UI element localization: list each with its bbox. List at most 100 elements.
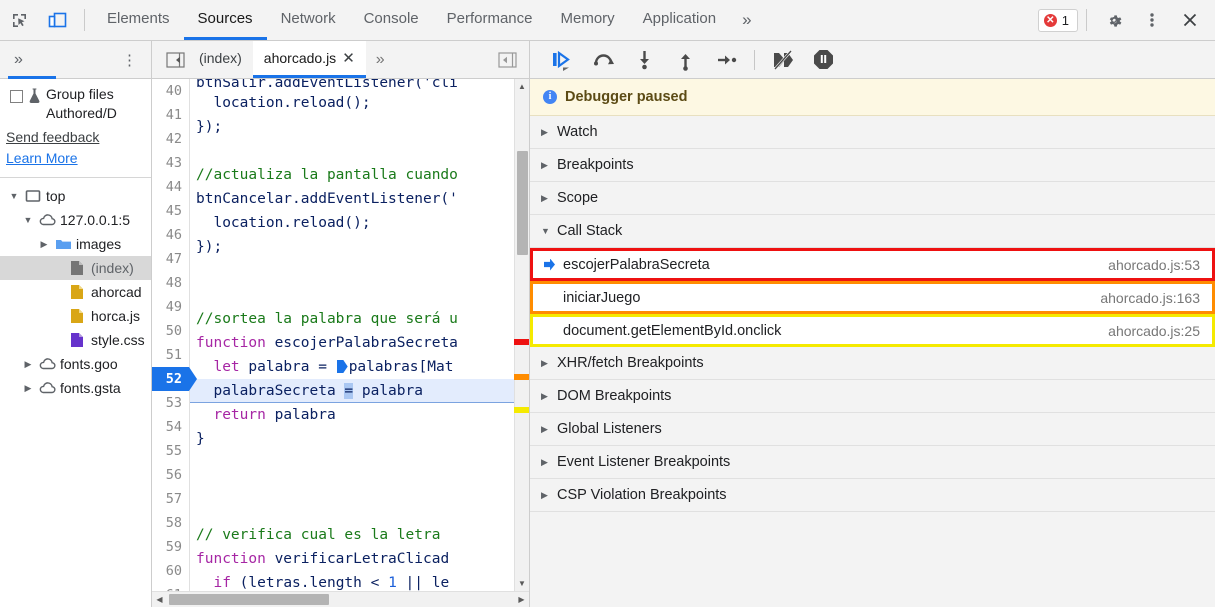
navigator-expand-icon[interactable]: » (0, 51, 33, 69)
scroll-down-icon[interactable]: ▼ (515, 576, 529, 591)
step-over-button[interactable] (583, 43, 624, 77)
chevron-down-icon[interactable]: ▼ (8, 191, 20, 201)
section-scope[interactable]: ▶ Scope (530, 182, 1215, 215)
editor-horizontal-scrollbar[interactable]: ◀ ▶ (152, 591, 529, 607)
tree-item-images-label: images (76, 236, 122, 252)
resume-script-execution-button[interactable] (542, 43, 583, 77)
send-feedback-link[interactable]: Send feedback (6, 127, 151, 148)
chevron-right-icon[interactable]: ▶ (22, 359, 34, 370)
line-number[interactable]: 59 (152, 535, 189, 559)
tree-item-fonts-googleapis[interactable]: ▶ fonts.goo (0, 352, 151, 376)
line-number-execution[interactable]: 52 (152, 367, 197, 391)
line-number[interactable]: 56 (152, 463, 189, 487)
tree-item-fonts-gstatic[interactable]: ▶ fonts.gsta (0, 376, 151, 400)
close-icon[interactable]: ✕ (342, 51, 355, 66)
tree-item-index[interactable]: ▶ (index) (0, 256, 151, 280)
call-stack-frame-iniciarJuego[interactable]: iniciarJuego ahorcado.js:163 (530, 281, 1215, 314)
section-event-listener-breakpoints[interactable]: ▶ Event Listener Breakpoints (530, 446, 1215, 479)
pause-on-exceptions-button[interactable] (803, 43, 844, 77)
scroll-right-icon[interactable]: ▶ (514, 595, 529, 604)
tree-item-localhost[interactable]: ▼ 127.0.0.1:5 (0, 208, 151, 232)
tab-sources[interactable]: Sources (183, 0, 267, 40)
section-breakpoints[interactable]: ▶ Breakpoints (530, 149, 1215, 182)
line-number[interactable]: 61 (152, 583, 189, 591)
line-number[interactable]: 50 (152, 319, 189, 343)
line-number[interactable]: 51 (152, 343, 189, 367)
line-number[interactable]: 49 (152, 295, 189, 319)
inspect-element-icon[interactable] (0, 0, 38, 40)
tab-memory[interactable]: Memory (547, 0, 629, 40)
learn-more-link[interactable]: Learn More (6, 148, 151, 169)
device-toolbar-icon[interactable] (38, 0, 76, 40)
tab-performance[interactable]: Performance (433, 0, 547, 40)
editor-tab-ahorcado-js[interactable]: ahorcado.js ✕ (252, 41, 366, 78)
line-number[interactable]: 45 (152, 199, 189, 223)
section-xhr-fetch-breakpoints[interactable]: ▶ XHR/fetch Breakpoints (530, 347, 1215, 380)
deactivate-breakpoints-button[interactable] (762, 43, 803, 77)
scroll-left-icon[interactable]: ◀ (152, 595, 167, 604)
line-number[interactable]: 60 (152, 559, 189, 583)
chevron-down-icon[interactable]: ▼ (22, 215, 34, 225)
collapse-sidebar-button[interactable] (162, 49, 188, 71)
step-button[interactable] (706, 43, 747, 77)
line-number[interactable]: 53 (152, 391, 189, 415)
tree-item-horca-js[interactable]: ▶ horca.js (0, 304, 151, 328)
gear-icon[interactable] (1095, 0, 1133, 40)
code-text[interactable]: btnSalir.addEventListener('cli location.… (190, 79, 529, 591)
section-watch[interactable]: ▶ Watch (530, 116, 1215, 149)
line-number[interactable]: 46 (152, 223, 189, 247)
tab-elements[interactable]: Elements (93, 0, 184, 40)
group-files-checkbox[interactable] (10, 90, 23, 103)
line-number[interactable]: 58 (152, 511, 189, 535)
call-stack-frame-onclick[interactable]: document.getElementById.onclick ahorcado… (530, 314, 1215, 347)
editor-tabs-overflow-icon[interactable]: » (366, 51, 395, 69)
current-frame-arrow-icon (544, 258, 555, 271)
line-number[interactable]: 42 (152, 127, 189, 151)
section-csp-violation-breakpoints[interactable]: ▶ CSP Violation Breakpoints (530, 479, 1215, 512)
horizontal-scroll-track[interactable] (167, 592, 514, 607)
editor-tab-index[interactable]: (index) (188, 41, 253, 78)
tab-console[interactable]: Console (350, 0, 433, 40)
section-dom-breakpoints[interactable]: ▶ DOM Breakpoints (530, 380, 1215, 413)
line-number[interactable]: 48 (152, 271, 189, 295)
close-icon[interactable] (1171, 0, 1209, 40)
group-files-setting: Group files Authored/D (0, 79, 151, 125)
line-number[interactable]: 57 (152, 487, 189, 511)
line-number[interactable]: 41 (152, 103, 189, 127)
expand-sidebar-button[interactable] (494, 49, 520, 71)
section-call-stack[interactable]: ▼ Call Stack (530, 215, 1215, 248)
chevron-right-icon[interactable]: ▶ (38, 239, 50, 250)
code-line: btnCancelar.addEventListener(' (196, 191, 458, 207)
line-number[interactable]: 55 (152, 439, 189, 463)
line-number[interactable]: 43 (152, 151, 189, 175)
tree-item-style-css[interactable]: ▶ style.css (0, 328, 151, 352)
vertical-scroll-thumb[interactable] (517, 151, 528, 255)
tree-item-ahorcado-js[interactable]: ▶ ahorcad (0, 280, 151, 304)
tab-network[interactable]: Network (267, 0, 350, 40)
scroll-up-icon[interactable]: ▲ (515, 79, 529, 94)
editor-vertical-scrollbar[interactable]: ▲ ▼ (514, 79, 529, 591)
horizontal-scroll-thumb[interactable] (169, 594, 329, 605)
navigator-menu-icon[interactable]: ⋮ (122, 51, 137, 69)
more-panels-icon[interactable]: » (730, 0, 763, 40)
call-stack-frame-escojerPalabraSecreta[interactable]: escojerPalabraSecreta ahorcado.js:53 (530, 248, 1215, 281)
step-into-button[interactable] (624, 43, 665, 77)
code-line: return palabra (213, 407, 336, 423)
inline-step-marker-icon[interactable] (336, 360, 348, 373)
line-number[interactable]: 54 (152, 415, 189, 439)
kebab-menu-icon[interactable] (1133, 0, 1171, 40)
tree-item-images[interactable]: ▶ images (0, 232, 151, 256)
section-csp-violation-breakpoints-label: CSP Violation Breakpoints (557, 487, 727, 503)
step-out-button[interactable] (665, 43, 706, 77)
line-number[interactable]: 40 (152, 79, 189, 103)
editor-tab-ahorcado-js-label: ahorcado.js (263, 50, 337, 66)
tree-item-top[interactable]: ▼ top (0, 184, 151, 208)
code-line-execution: let palabra = palabras[Mat (213, 359, 454, 375)
chevron-right-icon[interactable]: ▶ (22, 383, 34, 394)
tab-application[interactable]: Application (629, 0, 730, 40)
code-area[interactable]: 40 41 42 43 44 45 46 47 48 49 50 51 52 5… (152, 79, 529, 591)
section-global-listeners[interactable]: ▶ Global Listeners (530, 413, 1215, 446)
line-number[interactable]: 44 (152, 175, 189, 199)
error-count-badge[interactable]: ✕ 1 (1037, 8, 1078, 32)
line-number[interactable]: 47 (152, 247, 189, 271)
